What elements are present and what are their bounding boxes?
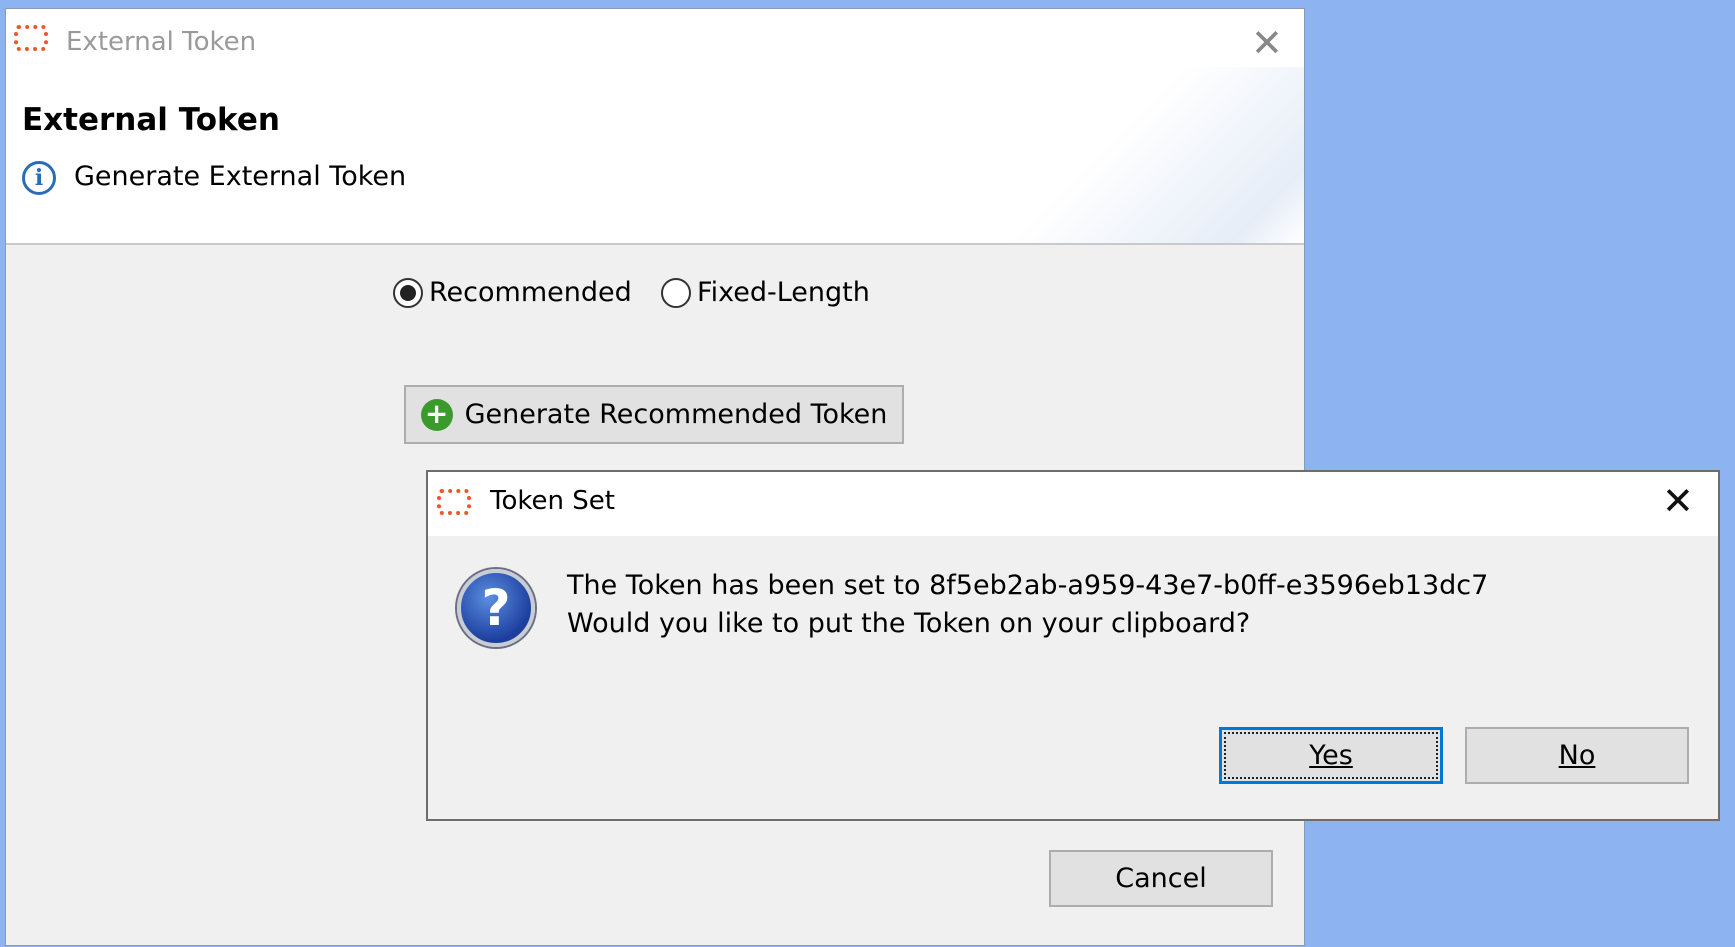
message-line-2: Would you like to put the Token on your …	[567, 608, 1251, 639]
radio-label: Recommended	[429, 277, 632, 308]
yes-button[interactable]: Yes	[1219, 727, 1443, 784]
radio-recommended[interactable]: Recommended	[393, 277, 632, 308]
no-button[interactable]: No	[1465, 727, 1689, 784]
radio-label: Fixed-Length	[697, 277, 870, 308]
cancel-button[interactable]: Cancel	[1049, 850, 1273, 907]
button-label: No	[1558, 740, 1596, 771]
dialog-title: Token Set	[490, 486, 615, 516]
token-set-dialog: Token Set ✕ ? The Token has been set to …	[426, 470, 1720, 821]
message-line-1: The Token has been set to 8f5eb2ab-a959-…	[567, 570, 1489, 601]
app-icon	[437, 489, 471, 515]
app-icon	[14, 25, 48, 51]
button-label: Yes	[1309, 740, 1353, 771]
page-title: External Token	[22, 102, 280, 138]
window-title: External Token	[66, 27, 257, 57]
radio-checked-icon	[393, 277, 423, 308]
button-label: Generate Recommended Token	[464, 399, 888, 430]
window-titlebar: External Token ✕	[6, 9, 1304, 67]
close-icon[interactable]: ✕	[1251, 24, 1283, 62]
info-icon: i	[22, 161, 56, 195]
page-subtitle: Generate External Token	[74, 161, 407, 192]
add-icon: +	[420, 398, 453, 431]
dialog-titlebar: Token Set ✕	[428, 472, 1718, 536]
wizard-header: External Token i Generate External Token	[6, 67, 1304, 245]
question-icon: ?	[457, 569, 535, 647]
generate-token-button[interactable]: + Generate Recommended Token	[404, 385, 904, 444]
close-icon[interactable]: ✕	[1662, 482, 1694, 520]
radio-fixed-length[interactable]: Fixed-Length	[661, 277, 870, 308]
radio-unchecked-icon	[661, 277, 691, 308]
